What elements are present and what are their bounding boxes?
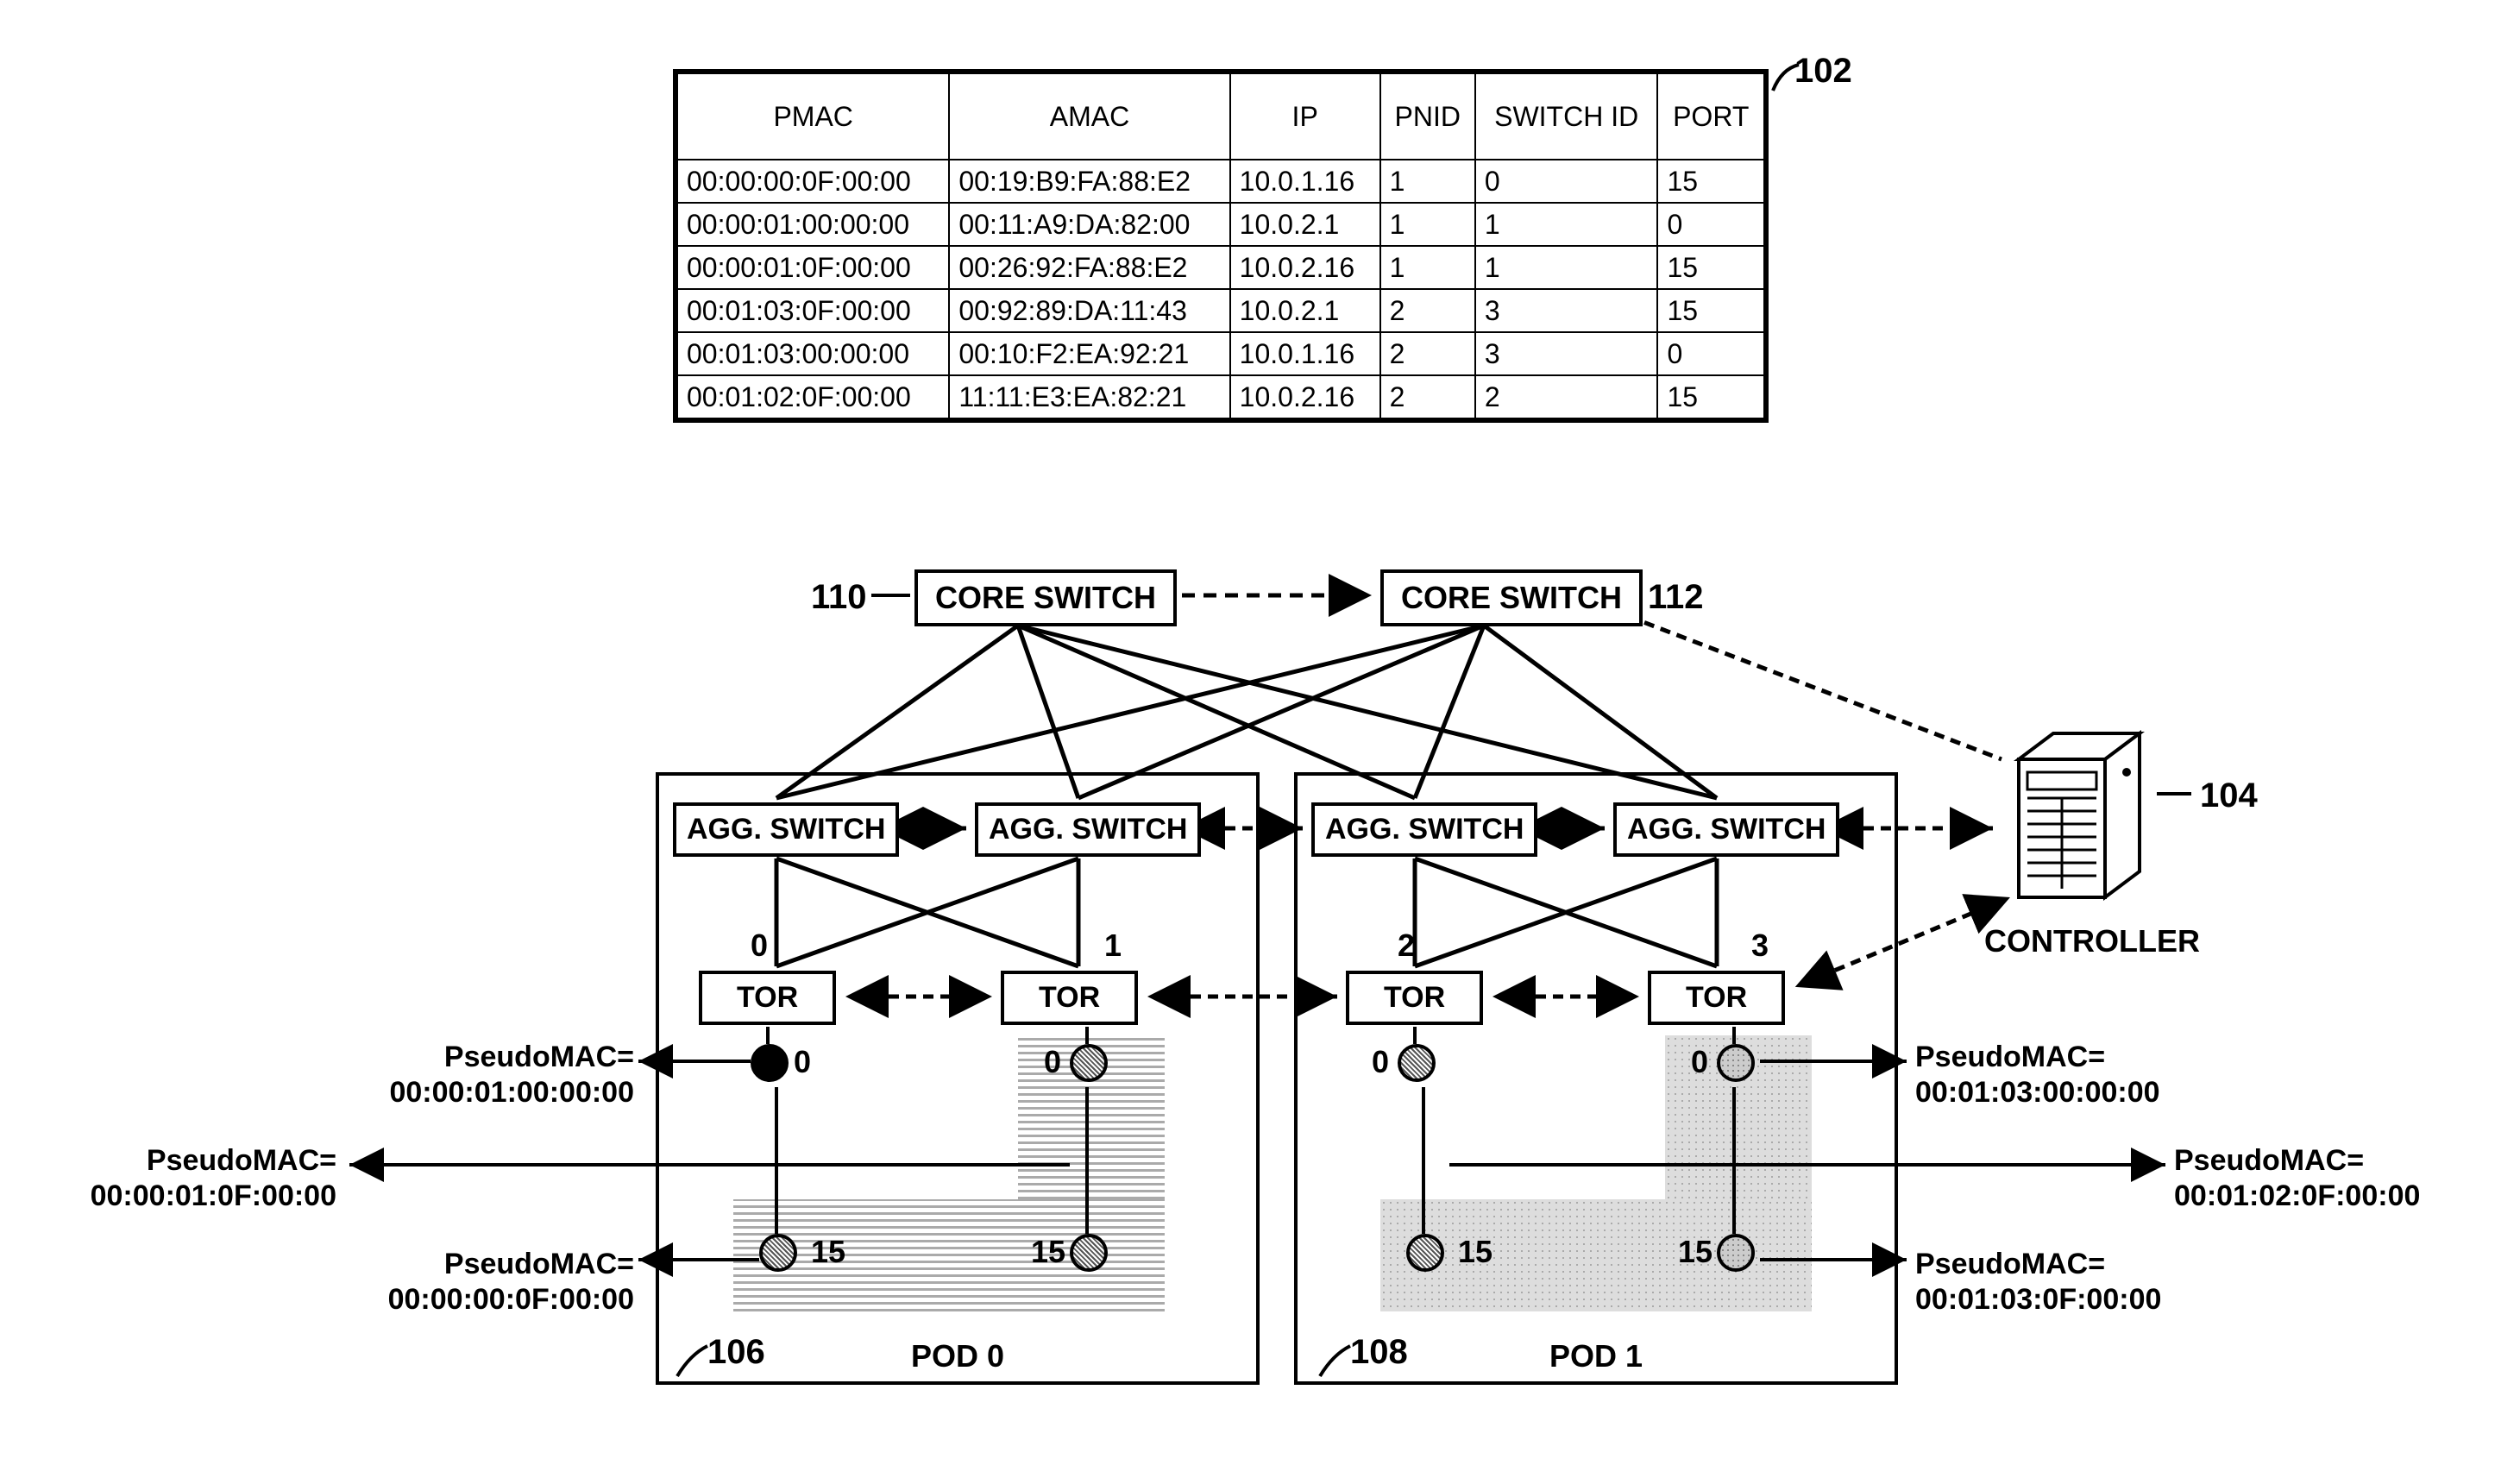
ref-106: 106 [707,1333,765,1372]
tor-num-0: 0 [751,928,768,964]
ref-110: 110 [811,578,867,617]
ref-108: 108 [1350,1333,1408,1372]
host-circle [1717,1044,1755,1082]
th-amac: AMAC [949,73,1229,160]
host-circle [1070,1234,1108,1272]
pmac-label-r1: PseudoMAC=00:01:03:00:00:00 [1915,1040,2160,1110]
ref-104: 104 [2200,777,2258,815]
port-0: 0 [1044,1044,1061,1080]
table-row: 00:00:01:00:00:0000:11:A9:DA:82:0010.0.2… [677,203,1764,246]
table-row: 00:00:00:0F:00:0000:19:B9:FA:88:E210.0.1… [677,160,1764,203]
pmac-label-l3: PseudoMAC=00:00:00:0F:00:00 [341,1247,634,1318]
table-row: 00:01:03:0F:00:0000:92:89:DA:11:4310.0.2… [677,289,1764,332]
agg-switch-1: AGG. SWITCH [975,802,1201,857]
host-circle [751,1044,789,1082]
port-15: 15 [1031,1234,1065,1270]
port-15: 15 [1458,1234,1493,1270]
host-circle [759,1234,797,1272]
agg-switch-3: AGG. SWITCH [1613,802,1839,857]
th-switchid: SWITCH ID [1475,73,1658,160]
port-15: 15 [1678,1234,1712,1270]
tor-num-3: 3 [1751,928,1769,964]
th-port: PORT [1657,73,1764,160]
core-switch-right: CORE SWITCH [1380,569,1643,626]
core-switch-left: CORE SWITCH [914,569,1177,626]
table-row: 00:00:01:0F:00:0000:26:92:FA:88:E210.0.2… [677,246,1764,289]
tor-num-2: 2 [1398,928,1415,964]
port-0: 0 [1691,1044,1708,1080]
pmac-label-l1: PseudoMAC=00:00:01:00:00:00 [341,1040,634,1110]
pmac-label-r2: PseudoMAC=00:01:02:0F:00:00 [2174,1143,2420,1214]
table-row: 00:01:03:00:00:0000:10:F2:EA:92:2110.0.1… [677,332,1764,375]
tor-2: TOR [1346,971,1483,1025]
host-circle [1717,1234,1755,1272]
ref-102: 102 [1794,52,1852,91]
th-pmac: PMAC [677,73,949,160]
tor-3: TOR [1648,971,1785,1025]
port-0: 0 [1372,1044,1389,1080]
tor-num-1: 1 [1104,928,1122,964]
host-circle [1406,1234,1444,1272]
port-15: 15 [811,1234,845,1270]
ref-112: 112 [1648,578,1704,617]
host-circle [1398,1044,1436,1082]
controller-label: CONTROLLER [1984,923,2200,959]
pod-1-label: POD 1 [1549,1338,1643,1374]
host-circle [1070,1044,1108,1082]
th-ip: IP [1230,73,1380,160]
agg-switch-2: AGG. SWITCH [1311,802,1537,857]
th-pnid: PNID [1380,73,1475,160]
agg-switch-0: AGG. SWITCH [673,802,899,857]
port-0: 0 [794,1044,811,1080]
mapping-table: PMAC AMAC IP PNID SWITCH ID PORT 00:00:0… [673,69,1769,423]
tor-1: TOR [1001,971,1138,1025]
pod-0-label: POD 0 [911,1338,1004,1374]
pmac-label-l2: PseudoMAC=00:00:01:0F:00:00 [43,1143,336,1214]
tor-0: TOR [699,971,836,1025]
pmac-label-r3: PseudoMAC=00:01:03:0F:00:00 [1915,1247,2161,1318]
table-row: 00:01:02:0F:00:0011:11:E3:EA:82:2110.0.2… [677,375,1764,418]
